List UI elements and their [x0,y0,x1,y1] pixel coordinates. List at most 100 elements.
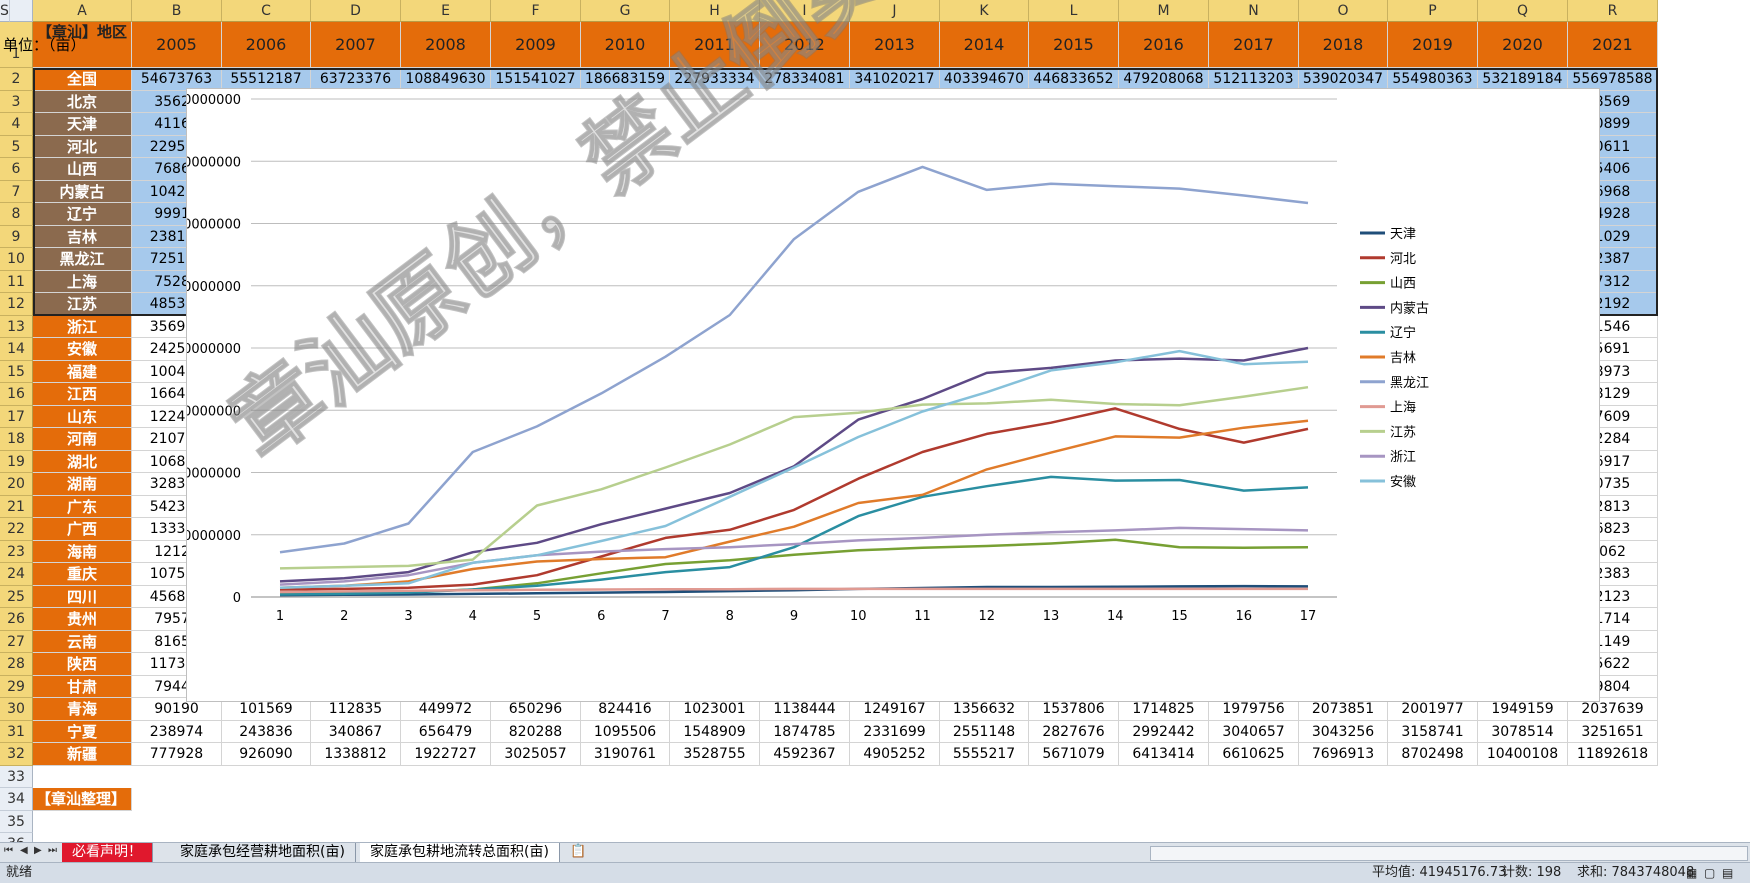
data-cell[interactable]: 11892618 [1568,743,1658,766]
sheet-tab-area[interactable]: 家庭承包经营耕地面积(亩) [170,843,356,862]
region-cell[interactable]: 陕西 [33,653,132,676]
data-cell[interactable]: 238974 [132,720,222,743]
data-cell[interactable]: 4592367 [760,743,850,766]
column-header[interactable]: J [850,0,940,22]
data-cell[interactable]: 4905252 [850,743,940,766]
data-cell[interactable]: 777928 [132,743,222,766]
region-cell[interactable]: 上海 [33,270,132,293]
row-header[interactable]: 22 [0,518,33,541]
row-header[interactable]: 26 [0,608,33,631]
year-header-cell[interactable]: 2013 [850,22,940,68]
view-pagebreak-icon[interactable]: ▤ [1722,863,1733,883]
data-cell[interactable]: 3251651 [1568,720,1658,743]
prev-sheet-icon[interactable]: ◀ [20,845,28,856]
data-cell[interactable]: 1095506 [581,720,670,743]
new-sheet-icon[interactable]: 📋 [570,844,586,859]
data-cell[interactable]: 3040657 [1209,720,1299,743]
column-header[interactable]: P [1388,0,1478,22]
row-header[interactable]: 3 [0,90,33,113]
region-cell[interactable]: 宁夏 [33,720,132,743]
row-header[interactable]: 8 [0,203,33,226]
column-header[interactable]: A [33,0,132,22]
column-header[interactable]: I [760,0,850,22]
row-header[interactable]: 24 [0,563,33,586]
region-cell[interactable]: 广东 [33,495,132,518]
year-header-cell[interactable]: 2009 [491,22,581,68]
row-header[interactable]: 23 [0,540,33,563]
row-header[interactable]: 10 [0,248,33,271]
column-header[interactable]: B [132,0,222,22]
row-header[interactable]: 33 [0,765,33,788]
region-cell[interactable]: 四川 [33,585,132,608]
row-header[interactable]: 4 [0,113,33,136]
row-header[interactable]: 16 [0,383,33,406]
region-cell[interactable]: 北京 [33,90,132,113]
row-header[interactable]: 17 [0,405,33,428]
region-cell[interactable]: 浙江 [33,315,132,338]
row-header[interactable]: 12 [0,293,33,316]
region-cell[interactable]: 河北 [33,135,132,158]
data-cell[interactable]: 2331699 [850,720,940,743]
region-cell[interactable]: 湖北 [33,450,132,473]
row-header[interactable]: 34 [0,788,33,811]
row-header[interactable]: 9 [0,225,33,248]
year-header-cell[interactable]: 2017 [1209,22,1299,68]
region-cell[interactable]: 甘肃 [33,675,132,698]
row-header[interactable]: 14 [0,338,33,361]
region-cell[interactable]: 贵州 [33,608,132,631]
footer-label-cell[interactable]: 【章汕整理】 [33,788,132,811]
column-header[interactable]: D [311,0,401,22]
row-header[interactable]: 29 [0,675,33,698]
region-cell[interactable]: 湖南 [33,473,132,496]
data-cell[interactable]: 2992442 [1119,720,1209,743]
data-cell[interactable]: 7696913 [1299,743,1388,766]
data-cell[interactable]: 1338812 [311,743,401,766]
row-header[interactable]: 27 [0,630,33,653]
region-cell[interactable]: 新疆 [33,743,132,766]
data-cell[interactable]: 6413414 [1119,743,1209,766]
data-cell[interactable]: 6610625 [1209,743,1299,766]
sheet-tab-notice[interactable]: 必看声明！ [62,843,153,862]
data-cell[interactable]: 1922727 [401,743,491,766]
data-cell[interactable]: 3190761 [581,743,670,766]
row-header[interactable]: 35 [0,810,33,833]
column-header[interactable]: G [581,0,670,22]
region-cell[interactable]: 天津 [33,113,132,136]
view-normal-icon[interactable]: ▦ [1686,863,1697,883]
region-cell[interactable]: 河南 [33,428,132,451]
row-header[interactable]: 5 [0,135,33,158]
sheet-tab-transfer[interactable]: 家庭承包耕地流转总面积(亩) [360,843,560,862]
row-header[interactable]: 25 [0,585,33,608]
data-cell[interactable]: 3043256 [1299,720,1388,743]
region-cell[interactable]: 江西 [33,383,132,406]
year-header-cell[interactable]: 2010 [581,22,670,68]
region-cell[interactable]: 海南 [33,540,132,563]
horizontal-scrollbar[interactable] [1150,846,1748,861]
unit-label-cell[interactable]: 单位：（亩） [0,22,89,68]
year-header-cell[interactable]: 2014 [940,22,1029,68]
last-sheet-icon[interactable]: ⏭ [48,845,57,856]
data-cell[interactable]: 3025057 [491,743,581,766]
row-header[interactable]: 13 [0,315,33,338]
data-cell[interactable]: 8702498 [1388,743,1478,766]
region-cell[interactable]: 广西 [33,518,132,541]
year-header-cell[interactable]: 2015 [1029,22,1119,68]
row-header[interactable]: 18 [0,428,33,451]
data-cell[interactable]: 1874785 [760,720,850,743]
year-header-cell[interactable]: 2011 [670,22,760,68]
row-header[interactable]: 20 [0,473,33,496]
region-cell[interactable]: 内蒙古 [33,180,132,203]
column-header[interactable]: C [222,0,311,22]
column-header[interactable]: F [491,0,581,22]
data-cell[interactable]: 820288 [491,720,581,743]
column-header[interactable]: K [940,0,1029,22]
column-header[interactable]: N [1209,0,1299,22]
data-cell[interactable]: 1548909 [670,720,760,743]
column-header[interactable]: M [1119,0,1209,22]
region-cell[interactable]: 福建 [33,360,132,383]
column-header[interactable]: Q [1478,0,1568,22]
first-sheet-icon[interactable]: ⏮ [4,845,13,856]
data-cell[interactable]: 10400108 [1478,743,1568,766]
column-header[interactable]: L [1029,0,1119,22]
data-cell[interactable]: 3528755 [670,743,760,766]
